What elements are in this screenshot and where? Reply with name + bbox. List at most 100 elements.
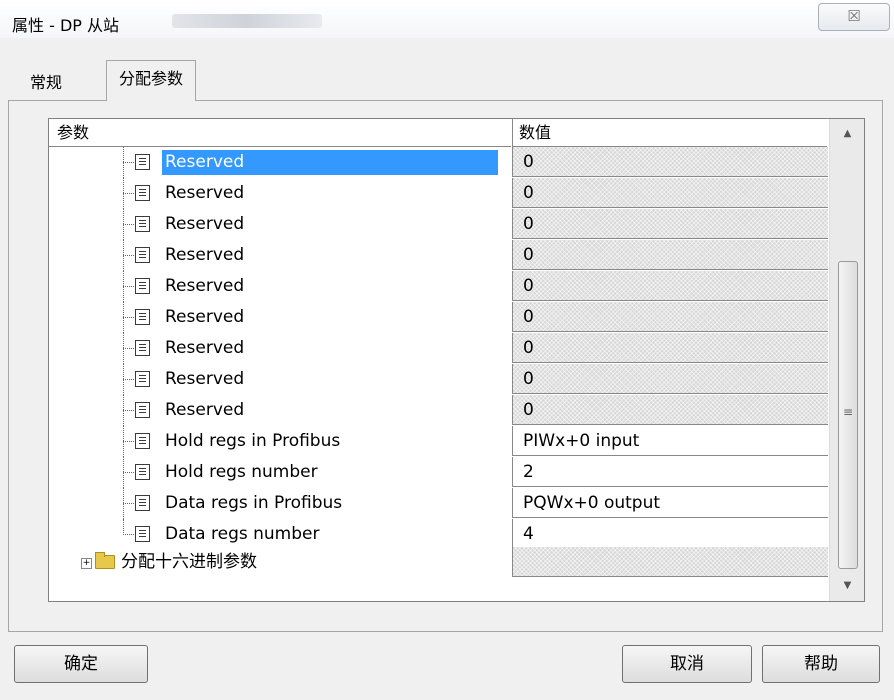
column-header-param[interactable]: 参数 — [49, 119, 511, 147]
group-row[interactable]: + 分配十六进制参数 — [49, 547, 829, 578]
tab-general[interactable]: 常规 — [18, 68, 74, 98]
parameter-grid: 参数 数值 Reserved 0 Reserved 0 Reserved 0 Reserve… — [48, 118, 865, 602]
document-icon — [135, 340, 150, 356]
value-cell: 0 — [512, 364, 828, 394]
tree-line — [123, 519, 124, 535]
cancel-button[interactable]: 取消 — [622, 645, 752, 683]
table-row[interactable]: Data regs number 4 — [49, 519, 829, 550]
table-row[interactable]: Reserved 0 — [49, 147, 829, 178]
tree-branch — [123, 317, 134, 318]
param-cell: Reserved — [49, 302, 512, 333]
param-cell: Reserved — [49, 240, 512, 271]
table-row[interactable]: Reserved 0 — [49, 333, 829, 364]
scroll-thumb[interactable]: ≡ — [838, 261, 858, 569]
scroll-up-icon[interactable]: ▲ — [830, 119, 864, 149]
param-label: Reserved — [165, 183, 245, 203]
document-icon — [135, 247, 150, 263]
document-icon — [135, 464, 150, 480]
tree-branch — [123, 224, 134, 225]
table-row[interactable]: Reserved 0 — [49, 209, 829, 240]
tree-branch — [123, 286, 134, 287]
table-row[interactable]: Reserved 0 — [49, 178, 829, 209]
param-cell: Reserved — [49, 395, 512, 426]
param-label: Reserved — [165, 369, 245, 389]
folder-icon — [95, 552, 115, 569]
param-cell: Reserved — [49, 333, 512, 364]
tree-branch — [123, 348, 134, 349]
document-icon — [135, 495, 150, 511]
param-label: Reserved — [165, 307, 245, 327]
group-value-cell — [512, 547, 828, 577]
param-cell: Hold regs in Profibus — [49, 426, 512, 457]
document-icon — [135, 278, 150, 294]
document-icon — [135, 526, 150, 542]
value-cell[interactable]: PIWx+0 input — [512, 426, 828, 456]
param-label: Reserved — [165, 400, 245, 420]
param-cell: Reserved — [49, 209, 512, 240]
document-icon — [135, 371, 150, 387]
value-cell: 0 — [512, 333, 828, 363]
group-label: 分配十六进制参数 — [121, 552, 257, 572]
value-cell: 0 — [512, 147, 828, 177]
tree-branch — [123, 255, 134, 256]
value-cell[interactable]: 4 — [512, 519, 828, 549]
table-row[interactable]: Hold regs in Profibus PIWx+0 input — [49, 426, 829, 457]
document-icon — [135, 433, 150, 449]
tree-branch — [123, 503, 134, 504]
table-row[interactable]: Reserved 0 — [49, 302, 829, 333]
param-label: Reserved — [162, 150, 498, 175]
table-row[interactable]: Reserved 0 — [49, 395, 829, 426]
tree-branch — [123, 193, 134, 194]
column-header-value[interactable]: 数值 — [512, 119, 827, 147]
table-row[interactable]: Reserved 0 — [49, 364, 829, 395]
value-cell: 0 — [512, 209, 828, 239]
document-icon — [135, 154, 150, 170]
document-icon — [135, 216, 150, 232]
param-label: Reserved — [165, 338, 245, 358]
ok-button[interactable]: 确定 — [14, 645, 148, 683]
tree-branch — [123, 410, 134, 411]
param-label: Data regs in Profibus — [165, 493, 343, 513]
table-row[interactable]: Reserved 0 — [49, 240, 829, 271]
value-cell[interactable]: 2 — [512, 457, 828, 487]
tree-branch — [123, 379, 134, 380]
value-cell: 0 — [512, 240, 828, 270]
tree-branch — [123, 534, 134, 535]
param-cell: Data regs in Profibus — [49, 488, 512, 519]
param-cell: Reserved — [49, 271, 512, 302]
tab-assign-params[interactable]: 分配参数 — [106, 60, 197, 101]
title-blurred-region — [172, 14, 322, 28]
tree-branch — [123, 162, 134, 163]
value-cell: 0 — [512, 271, 828, 301]
value-cell: 0 — [512, 395, 828, 425]
tree-branch — [123, 472, 134, 473]
help-button[interactable]: 帮助 — [762, 645, 880, 683]
close-icon: ☒ — [847, 7, 861, 25]
param-label: Hold regs in Profibus — [165, 431, 341, 451]
vertical-scrollbar[interactable]: ▲ ≡ ▼ — [829, 119, 864, 601]
table-row[interactable]: Reserved 0 — [49, 271, 829, 302]
param-cell: Hold regs number — [49, 457, 512, 488]
param-cell: Reserved — [49, 147, 512, 178]
param-cell: Data regs number — [49, 519, 512, 550]
expand-plus-icon[interactable]: + — [81, 558, 92, 569]
close-button[interactable]: ☒ — [818, 3, 890, 31]
table-row[interactable]: Data regs in Profibus PQWx+0 output — [49, 488, 829, 519]
document-icon — [135, 402, 150, 418]
value-cell[interactable]: PQWx+0 output — [512, 488, 828, 518]
title-bar: 属性 - DP 从站 ☒ — [0, 0, 894, 38]
param-cell: Reserved — [49, 364, 512, 395]
scroll-grip-icon: ≡ — [842, 405, 854, 419]
tree-branch — [123, 441, 134, 442]
param-cell: Reserved — [49, 178, 512, 209]
param-label: Data regs number — [165, 524, 320, 544]
scroll-down-icon[interactable]: ▼ — [830, 571, 864, 601]
param-label: Reserved — [165, 245, 245, 265]
value-cell: 0 — [512, 302, 828, 332]
table-row[interactable]: Hold regs number 2 — [49, 457, 829, 488]
group-cell: + 分配十六进制参数 — [49, 547, 512, 578]
window-title: 属性 - DP 从站 — [12, 16, 120, 35]
document-icon — [135, 185, 150, 201]
value-cell: 0 — [512, 178, 828, 208]
document-icon — [135, 309, 150, 325]
